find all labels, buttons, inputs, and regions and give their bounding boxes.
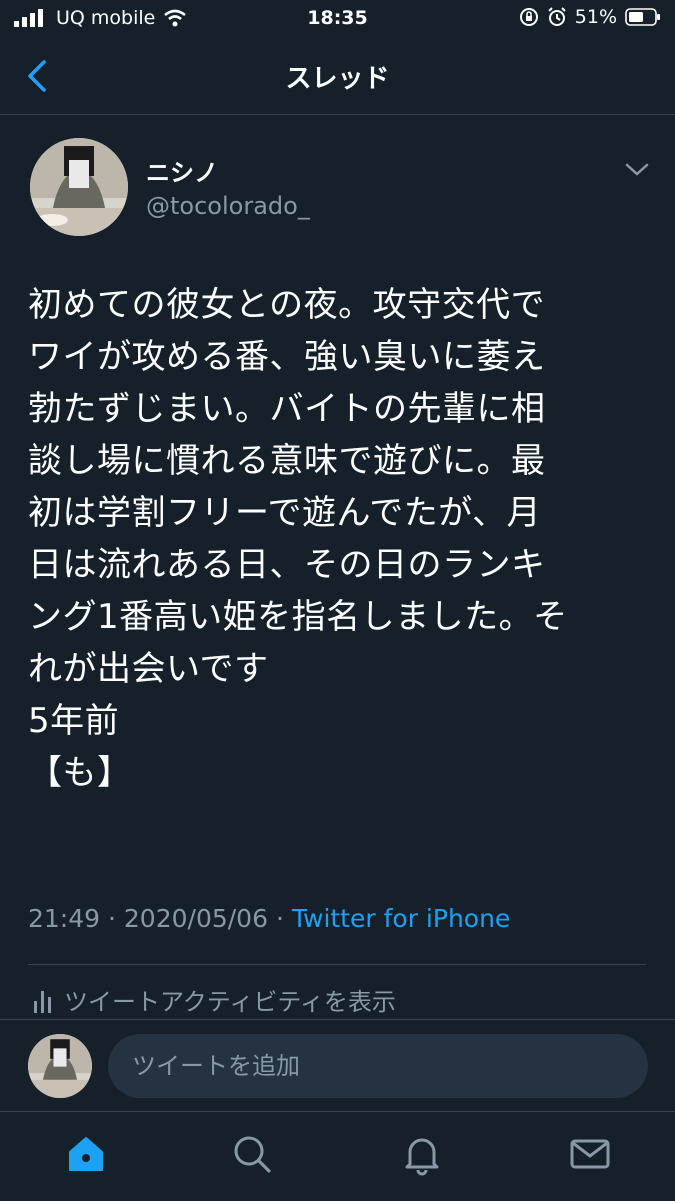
meta-separator: · bbox=[275, 904, 284, 933]
page-title: スレッド bbox=[285, 64, 390, 94]
tweet-text: 初めての彼女との夜。攻守交代で ワイが攻める番、強い臭いに萎え 勃たずじまい。バ… bbox=[28, 285, 568, 793]
reply-input[interactable] bbox=[108, 1034, 648, 1098]
author-name[interactable]: ニシノ bbox=[146, 153, 218, 188]
nav-bar: スレッド bbox=[0, 38, 675, 115]
rotation-lock-icon bbox=[519, 8, 538, 26]
divider bbox=[28, 964, 646, 965]
battery-percent: 51% bbox=[574, 6, 617, 28]
notifications-icon[interactable] bbox=[400, 1132, 444, 1176]
avatar-image bbox=[30, 138, 128, 236]
tweet-date: 2020/05/06 bbox=[123, 904, 268, 933]
status-bar: UQ mobile 18:35 51% bbox=[0, 0, 675, 38]
tweet-meta: 21:49 · 2020/05/06 · Twitter for iPhone bbox=[28, 904, 510, 933]
avatar-image bbox=[28, 1034, 92, 1098]
battery-icon bbox=[625, 8, 660, 26]
chevron-down-icon[interactable] bbox=[624, 160, 650, 180]
tweet-time: 21:49 bbox=[28, 904, 101, 933]
search-icon[interactable] bbox=[230, 1132, 274, 1176]
author-handle[interactable]: @tocolorado_ bbox=[146, 192, 310, 220]
status-right: 51% bbox=[519, 6, 661, 28]
tweet-source-link[interactable]: Twitter for iPhone bbox=[292, 904, 510, 933]
tweet-activity-link[interactable]: ツイートアクティビティを表示 bbox=[32, 982, 396, 1017]
analytics-icon bbox=[34, 990, 51, 1013]
reply-avatar bbox=[28, 1034, 92, 1098]
alarm-icon bbox=[548, 7, 566, 26]
messages-icon[interactable] bbox=[568, 1132, 612, 1176]
meta-separator: · bbox=[108, 904, 116, 933]
tab-bar bbox=[0, 1111, 675, 1201]
reply-bar bbox=[0, 1019, 675, 1112]
activity-label: ツイートアクティビティを表示 bbox=[64, 988, 396, 1016]
home-icon[interactable] bbox=[64, 1132, 108, 1176]
avatar[interactable] bbox=[30, 138, 128, 236]
